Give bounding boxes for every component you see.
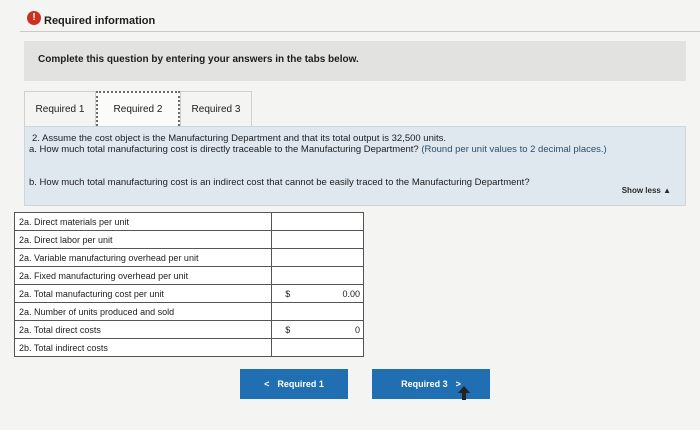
prev-button-label: Required 1 (277, 379, 324, 389)
triangle-up-icon: ▲ (663, 186, 671, 195)
tab-required-1[interactable]: Required 1 (24, 91, 96, 126)
answer-input-cell[interactable] (271, 338, 364, 357)
row-label: 2a. Total manufacturing cost per unit (13, 284, 273, 303)
dollar-sign: $ (285, 289, 291, 299)
table-row: 2a. Variable manufacturing overhead per … (13, 248, 364, 267)
cell-value: 0.00 (342, 289, 360, 299)
question-main-text: 2. Assume the cost object is the Manufac… (32, 133, 447, 144)
answer-input-cell[interactable]: $0.00 (271, 284, 364, 303)
cell-value: 0 (354, 325, 360, 335)
chevron-left-icon: < (264, 379, 270, 389)
required-information-heading: Required information (44, 15, 156, 27)
tab-required-3[interactable]: Required 3 (180, 91, 252, 126)
row-label: 2a. Total direct costs (13, 320, 273, 339)
alert-icon: ! (27, 11, 41, 25)
answer-input-cell[interactable] (271, 266, 364, 285)
rounding-note: (Round per unit values to 2 decimal plac… (421, 144, 607, 155)
instructions-text: Complete this question by entering your … (38, 54, 359, 65)
table-row: 2b. Total indirect costs (13, 338, 364, 357)
question-part-a-text: a. How much total manufacturing cost is … (29, 144, 419, 155)
mouse-cursor-icon (458, 386, 470, 400)
header-divider (20, 31, 700, 32)
question-part-a: a. How much total manufacturing cost is … (29, 145, 669, 155)
question-part-b: b. How much total manufacturing cost is … (29, 177, 530, 188)
row-label: 2a. Direct materials per unit (13, 212, 273, 231)
answer-input-cell[interactable] (271, 230, 364, 249)
answer-input-cell[interactable] (271, 248, 364, 267)
answer-input-cell[interactable] (271, 212, 364, 231)
show-less-label: Show less (621, 186, 661, 195)
next-button-label: Required 3 (401, 379, 448, 389)
row-label: 2b. Total indirect costs (13, 338, 273, 357)
table-row: 2a. Number of units produced and sold (13, 302, 364, 321)
next-required-3-button[interactable]: Required 3 > (372, 369, 490, 399)
row-label: 2a. Fixed manufacturing overhead per uni… (13, 266, 273, 285)
table-row: 2a. Fixed manufacturing overhead per uni… (13, 266, 364, 285)
row-label: 2a. Variable manufacturing overhead per … (13, 248, 273, 267)
table-row: 2a. Total direct costs $0 (13, 320, 364, 339)
tab-bar: Required 1 Required 2 Required 3 (24, 91, 252, 126)
table-row: 2a. Total manufacturing cost per unit $0.… (13, 284, 364, 303)
question-panel: 2. Assume the cost object is the Manufac… (24, 126, 686, 206)
prev-required-1-button[interactable]: < Required 1 (240, 369, 348, 399)
answer-input-cell[interactable] (271, 302, 364, 321)
instructions-banner: Complete this question by entering your … (24, 41, 686, 81)
row-label: 2a. Direct labor per unit (13, 230, 273, 249)
show-less-link[interactable]: Show less ▲ (622, 186, 671, 195)
answer-input-cell[interactable]: $0 (271, 320, 364, 339)
answer-table: 2a. Direct materials per unit 2a. Direct … (13, 212, 364, 357)
table-row: 2a. Direct labor per unit (13, 230, 364, 249)
table-row: 2a. Direct materials per unit (13, 212, 364, 231)
dollar-sign: $ (285, 325, 291, 335)
row-label: 2a. Number of units produced and sold (13, 302, 273, 321)
tab-required-2[interactable]: Required 2 (96, 91, 180, 126)
